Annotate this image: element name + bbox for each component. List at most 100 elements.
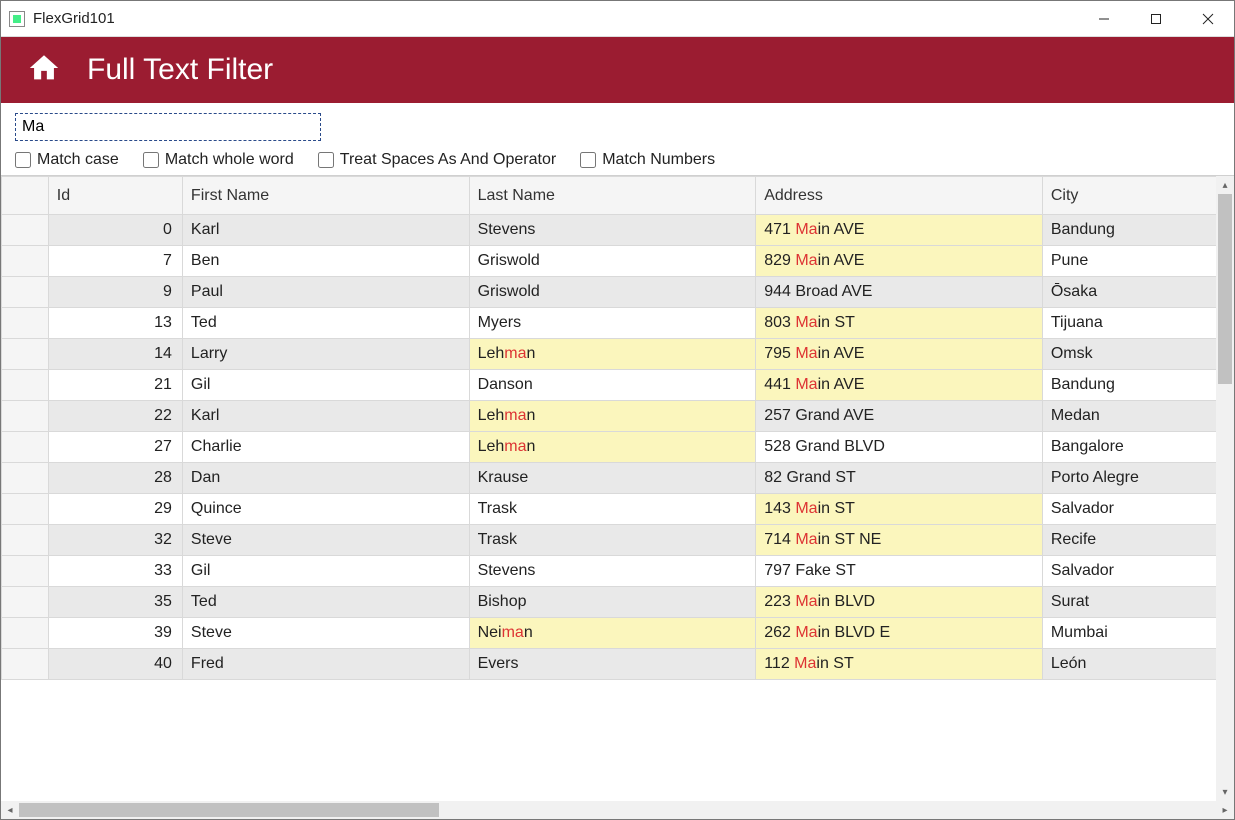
horizontal-scroll-thumb[interactable] <box>19 803 439 817</box>
cell-address[interactable]: 803 Main ST <box>756 308 1043 339</box>
table-row[interactable]: 14LarryLehman795 Main AVEOmsk <box>2 339 1234 370</box>
cell-id[interactable]: 40 <box>48 649 182 680</box>
cell-city[interactable]: Salvador <box>1042 556 1233 587</box>
col-last-name[interactable]: Last Name <box>469 177 756 215</box>
row-header[interactable] <box>2 308 49 339</box>
cell-id[interactable]: 14 <box>48 339 182 370</box>
cell-first-name[interactable]: Gil <box>182 370 469 401</box>
cell-first-name[interactable]: Larry <box>182 339 469 370</box>
row-header[interactable] <box>2 215 49 246</box>
row-header[interactable] <box>2 525 49 556</box>
cell-city[interactable]: Recife <box>1042 525 1233 556</box>
cell-last-name[interactable]: Trask <box>469 525 756 556</box>
cell-city[interactable]: Mumbai <box>1042 618 1233 649</box>
scroll-down-arrow-icon[interactable]: ▾ <box>1216 783 1234 801</box>
table-row[interactable]: 29QuinceTrask143 Main STSalvador <box>2 494 1234 525</box>
check-match-numbers-box[interactable] <box>580 152 596 168</box>
table-row[interactable]: 13TedMyers803 Main STTijuana <box>2 308 1234 339</box>
table-row[interactable]: 33GilStevens797 Fake STSalvador <box>2 556 1234 587</box>
cell-id[interactable]: 0 <box>48 215 182 246</box>
table-row[interactable]: 27CharlieLehman528 Grand BLVDBangalore <box>2 432 1234 463</box>
cell-id[interactable]: 9 <box>48 277 182 308</box>
cell-last-name[interactable]: Krause <box>469 463 756 494</box>
scroll-right-arrow-icon[interactable]: ▸ <box>1216 801 1234 819</box>
cell-first-name[interactable]: Karl <box>182 215 469 246</box>
table-row[interactable]: 9PaulGriswold944 Broad AVEŌsaka <box>2 277 1234 308</box>
col-id[interactable]: Id <box>48 177 182 215</box>
cell-city[interactable]: Ōsaka <box>1042 277 1233 308</box>
cell-city[interactable]: Omsk <box>1042 339 1233 370</box>
table-row[interactable]: 35TedBishop223 Main BLVDSurat <box>2 587 1234 618</box>
cell-address[interactable]: 944 Broad AVE <box>756 277 1043 308</box>
cell-last-name[interactable]: Bishop <box>469 587 756 618</box>
cell-id[interactable]: 32 <box>48 525 182 556</box>
row-header[interactable] <box>2 649 49 680</box>
col-city[interactable]: City <box>1042 177 1233 215</box>
cell-last-name[interactable]: Neiman <box>469 618 756 649</box>
cell-first-name[interactable]: Fred <box>182 649 469 680</box>
home-icon[interactable] <box>27 51 61 89</box>
cell-first-name[interactable]: Steve <box>182 525 469 556</box>
scroll-left-arrow-icon[interactable]: ◂ <box>1 801 19 819</box>
row-header[interactable] <box>2 277 49 308</box>
cell-address[interactable]: 223 Main BLVD <box>756 587 1043 618</box>
cell-first-name[interactable]: Steve <box>182 618 469 649</box>
cell-address[interactable]: 257 Grand AVE <box>756 401 1043 432</box>
cell-address[interactable]: 528 Grand BLVD <box>756 432 1043 463</box>
cell-address[interactable]: 714 Main ST NE <box>756 525 1043 556</box>
cell-address[interactable]: 797 Fake ST <box>756 556 1043 587</box>
table-row[interactable]: 21GilDanson441 Main AVEBandung <box>2 370 1234 401</box>
cell-last-name[interactable]: Stevens <box>469 556 756 587</box>
close-button[interactable] <box>1182 1 1234 37</box>
row-header[interactable] <box>2 370 49 401</box>
horizontal-scroll-track[interactable] <box>19 801 1216 819</box>
row-header[interactable] <box>2 618 49 649</box>
cell-id[interactable]: 13 <box>48 308 182 339</box>
table-row[interactable]: 22KarlLehman257 Grand AVEMedan <box>2 401 1234 432</box>
row-header[interactable] <box>2 432 49 463</box>
cell-first-name[interactable]: Gil <box>182 556 469 587</box>
cell-first-name[interactable]: Ted <box>182 308 469 339</box>
table-row[interactable]: 7BenGriswold829 Main AVEPune <box>2 246 1234 277</box>
data-grid[interactable]: Id First Name Last Name Address City 0Ka… <box>1 176 1234 680</box>
cell-city[interactable]: Salvador <box>1042 494 1233 525</box>
maximize-button[interactable] <box>1130 1 1182 37</box>
cell-address[interactable]: 795 Main AVE <box>756 339 1043 370</box>
cell-city[interactable]: Surat <box>1042 587 1233 618</box>
corner-header[interactable] <box>2 177 49 215</box>
cell-first-name[interactable]: Quince <box>182 494 469 525</box>
cell-id[interactable]: 7 <box>48 246 182 277</box>
cell-city[interactable]: Bangalore <box>1042 432 1233 463</box>
cell-city[interactable]: León <box>1042 649 1233 680</box>
table-row[interactable]: 39SteveNeiman262 Main BLVD EMumbai <box>2 618 1234 649</box>
table-row[interactable]: 32SteveTrask714 Main ST NERecife <box>2 525 1234 556</box>
cell-id[interactable]: 28 <box>48 463 182 494</box>
cell-last-name[interactable]: Griswold <box>469 277 756 308</box>
cell-id[interactable]: 22 <box>48 401 182 432</box>
cell-first-name[interactable]: Paul <box>182 277 469 308</box>
cell-id[interactable]: 29 <box>48 494 182 525</box>
cell-first-name[interactable]: Dan <box>182 463 469 494</box>
check-match-case-box[interactable] <box>15 152 31 168</box>
cell-last-name[interactable]: Griswold <box>469 246 756 277</box>
cell-id[interactable]: 35 <box>48 587 182 618</box>
grid-scroll[interactable]: Id First Name Last Name Address City 0Ka… <box>1 176 1234 819</box>
table-row[interactable]: 40FredEvers112 Main STLeón <box>2 649 1234 680</box>
cell-address[interactable]: 262 Main BLVD E <box>756 618 1043 649</box>
cell-id[interactable]: 33 <box>48 556 182 587</box>
table-row[interactable]: 28DanKrause82 Grand STPorto Alegre <box>2 463 1234 494</box>
row-header[interactable] <box>2 339 49 370</box>
row-header[interactable] <box>2 556 49 587</box>
cell-address[interactable]: 143 Main ST <box>756 494 1043 525</box>
row-header[interactable] <box>2 494 49 525</box>
cell-last-name[interactable]: Lehman <box>469 432 756 463</box>
cell-city[interactable]: Bandung <box>1042 370 1233 401</box>
vertical-scrollbar[interactable]: ▴ ▾ <box>1216 176 1234 801</box>
cell-last-name[interactable]: Danson <box>469 370 756 401</box>
check-match-case[interactable]: Match case <box>15 151 119 169</box>
vertical-scroll-track[interactable] <box>1216 194 1234 783</box>
row-header[interactable] <box>2 246 49 277</box>
check-match-whole-word[interactable]: Match whole word <box>143 151 294 169</box>
row-header[interactable] <box>2 401 49 432</box>
row-header[interactable] <box>2 587 49 618</box>
